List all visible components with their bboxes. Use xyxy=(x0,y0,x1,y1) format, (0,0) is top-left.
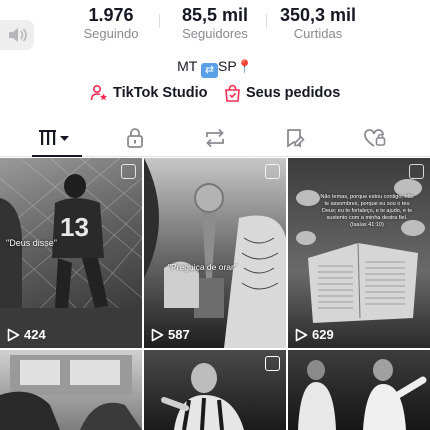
bio-text-start: MT xyxy=(177,58,201,74)
view-count: 424 xyxy=(6,327,46,342)
pin-emoji-icon: 📍 xyxy=(236,59,253,74)
video-thumbnail[interactable] xyxy=(0,350,142,430)
orders-label: Seus pedidos xyxy=(246,85,341,101)
repost-icon xyxy=(206,128,224,148)
video-thumbnail[interactable]: "Preguiça de orar" 587 xyxy=(144,158,286,348)
video-thumbnail[interactable]: 13 "Deus disse" 424 xyxy=(0,158,142,348)
profile-tabs xyxy=(0,120,430,157)
lock-icon xyxy=(127,128,143,148)
video-artwork xyxy=(298,359,427,430)
profile-bio: MT ⇄ SP📍 xyxy=(0,56,430,78)
following-count: 1.976 xyxy=(88,5,134,25)
tab-private[interactable] xyxy=(92,120,178,156)
stat-divider xyxy=(266,14,267,28)
creator-studio-icon xyxy=(90,84,107,101)
tab-videos[interactable] xyxy=(12,120,98,156)
video-caption: "Preguiça de orar" xyxy=(168,262,237,272)
view-count: 587 xyxy=(150,327,190,342)
followers-stat[interactable]: 85,5 mil Seguidores xyxy=(165,4,265,42)
video-artwork: 13 xyxy=(0,158,142,348)
play-icon xyxy=(7,328,20,341)
pinned-badge-icon xyxy=(265,164,280,179)
tab-liked[interactable] xyxy=(332,120,418,156)
tiktok-studio-label: TikTok Studio xyxy=(113,85,208,101)
likes-count: 350,3 mil xyxy=(279,5,357,25)
active-tab-indicator xyxy=(32,155,82,157)
video-grid: 13 "Deus disse" 424 "Preguiça de orar" 5… xyxy=(0,158,430,430)
video-artwork xyxy=(0,355,142,430)
following-stat[interactable]: 1.976 Seguindo xyxy=(61,4,161,42)
video-thumbnail[interactable] xyxy=(288,350,430,430)
stat-divider xyxy=(159,14,160,28)
play-icon xyxy=(151,328,164,341)
video-artwork xyxy=(296,179,425,323)
tab-reposts[interactable] xyxy=(172,120,258,156)
repeat-emoji-icon: ⇄ xyxy=(200,63,218,78)
view-count: 629 xyxy=(294,327,334,342)
videos-icon xyxy=(39,130,69,145)
pinned-badge-icon xyxy=(409,164,424,179)
following-label: Seguindo xyxy=(83,26,139,41)
profile-stats: 1.976 Seguindo 85,5 mil Seguidores 350,3… xyxy=(0,0,430,50)
liked-icon xyxy=(364,129,386,147)
profile-links: TikTok Studio Seus pedidos xyxy=(0,84,430,106)
bio-text-end: SP xyxy=(217,58,237,74)
followers-label: Seguidores xyxy=(182,26,248,41)
orders-link[interactable]: Seus pedidos xyxy=(224,84,340,102)
saved-icon xyxy=(287,129,305,148)
speaker-icon xyxy=(9,28,27,42)
shopping-bag-icon xyxy=(225,84,240,102)
sound-toggle-button[interactable] xyxy=(0,20,34,50)
svg-text:13: 13 xyxy=(60,212,89,242)
likes-stat[interactable]: 350,3 mil Curtidas xyxy=(268,4,368,42)
view-count-value: 424 xyxy=(24,327,46,342)
likes-label: Curtidas xyxy=(293,26,343,41)
followers-count: 85,5 mil xyxy=(181,5,249,25)
carousel-badge-icon xyxy=(265,356,280,371)
tab-saved[interactable] xyxy=(252,120,338,156)
video-thumbnail[interactable]: Não temas, porque estou contigo; não te … xyxy=(288,158,430,348)
video-artwork xyxy=(144,158,286,348)
video-caption: "Deus disse" xyxy=(6,238,57,248)
play-icon xyxy=(295,328,308,341)
tiktok-studio-link[interactable]: TikTok Studio xyxy=(90,84,208,102)
view-count-value: 587 xyxy=(168,327,190,342)
pinned-badge-icon xyxy=(121,164,136,179)
video-thumbnail[interactable] xyxy=(144,350,286,430)
video-caption: Não temas, porque estou contigo; não te … xyxy=(320,194,414,228)
view-count-value: 629 xyxy=(312,327,334,342)
